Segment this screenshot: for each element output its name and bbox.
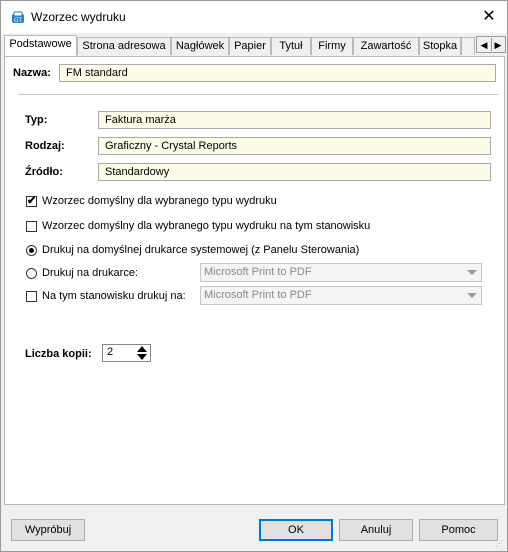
print-on-label[interactable]: Drukuj na drukarce: xyxy=(42,267,138,279)
scroll-left-icon[interactable]: ◀ xyxy=(478,39,490,51)
tab-zawartosc[interactable]: Zawartość xyxy=(353,37,419,55)
copies-stepper[interactable]: 2 xyxy=(102,344,151,362)
source-field[interactable]: Standardowy xyxy=(98,163,491,181)
tab-strona-adresowa[interactable]: Strona adresowa xyxy=(77,37,171,55)
ok-button[interactable]: OK xyxy=(259,519,333,541)
print-default-radio[interactable] xyxy=(26,245,37,256)
station-printer-select[interactable]: Microsoft Print to PDF xyxy=(200,286,482,305)
kind-label: Rodzaj: xyxy=(25,140,65,152)
type-field[interactable]: Faktura marża xyxy=(98,111,491,129)
help-button[interactable]: Pomoc xyxy=(419,519,498,541)
tab-papier[interactable]: Papier xyxy=(229,37,271,55)
radio-selected-dot xyxy=(29,248,34,253)
stepper-buttons xyxy=(134,345,150,361)
station-print-label[interactable]: Na tym stanowisku drukuj na: xyxy=(42,290,186,302)
tab-strip: Podstawowe Strona adresowa Nagłówek Papi… xyxy=(4,35,506,56)
chevron-down-icon[interactable] xyxy=(467,293,477,298)
title-bar: GT Wzorzec wydruku ✕ xyxy=(1,1,507,33)
print-default-label[interactable]: Drukuj na domyślnej drukarce systemowej … xyxy=(42,244,359,256)
default-station-label[interactable]: Wzorzec domyślny dla wybranego typu wydr… xyxy=(42,220,370,232)
scroll-right-icon[interactable]: ▶ xyxy=(492,39,504,51)
tab-naglowek[interactable]: Nagłówek xyxy=(171,37,229,55)
printer-select[interactable]: Microsoft Print to PDF xyxy=(200,263,482,282)
name-field[interactable]: FM standard xyxy=(59,64,496,82)
name-label: Nazwa: xyxy=(13,67,51,79)
tab-partial[interactable] xyxy=(461,37,475,55)
resize-grip-icon[interactable]: ⋰ xyxy=(495,539,505,549)
close-button[interactable]: ✕ xyxy=(471,1,507,33)
tab-stopka[interactable]: Stopka xyxy=(419,37,461,55)
tab-panel-podstawowe: Nazwa: FM standard Typ: Faktura marża Ro… xyxy=(4,56,505,505)
decrement-icon[interactable] xyxy=(137,354,147,360)
svg-text:GT: GT xyxy=(14,17,22,24)
increment-icon[interactable] xyxy=(137,346,147,352)
window-title: Wzorzec wydruku xyxy=(31,10,126,24)
type-label: Typ: xyxy=(25,114,48,126)
default-type-checkbox[interactable]: ✔ xyxy=(26,195,37,207)
cancel-button[interactable]: Anuluj xyxy=(339,519,413,541)
default-type-label[interactable]: Wzorzec domyślny dla wybranego typu wydr… xyxy=(42,195,277,207)
station-print-checkbox[interactable] xyxy=(26,291,37,302)
tab-tytul[interactable]: Tytuł xyxy=(271,37,311,55)
copies-value[interactable]: 2 xyxy=(107,346,113,358)
tab-podstawowe[interactable]: Podstawowe xyxy=(4,35,77,56)
tab-firmy[interactable]: Firmy xyxy=(311,37,353,55)
source-label: Źródło: xyxy=(25,166,63,178)
checkmark-icon: ✔ xyxy=(27,195,37,207)
try-button[interactable]: Wypróbuj xyxy=(11,519,85,541)
divider xyxy=(18,94,498,95)
tab-scroll-control: ◀ ▶ xyxy=(476,36,506,53)
chevron-down-icon[interactable] xyxy=(467,270,477,275)
printer-template-icon: GT xyxy=(12,11,24,24)
dialog-window: GT Wzorzec wydruku ✕ Podstawowe Strona a… xyxy=(0,0,508,552)
print-on-radio[interactable] xyxy=(26,268,37,279)
kind-field[interactable]: Graficzny - Crystal Reports xyxy=(98,137,491,155)
default-station-checkbox[interactable] xyxy=(26,221,37,232)
copies-label: Liczba kopii: xyxy=(25,348,92,360)
